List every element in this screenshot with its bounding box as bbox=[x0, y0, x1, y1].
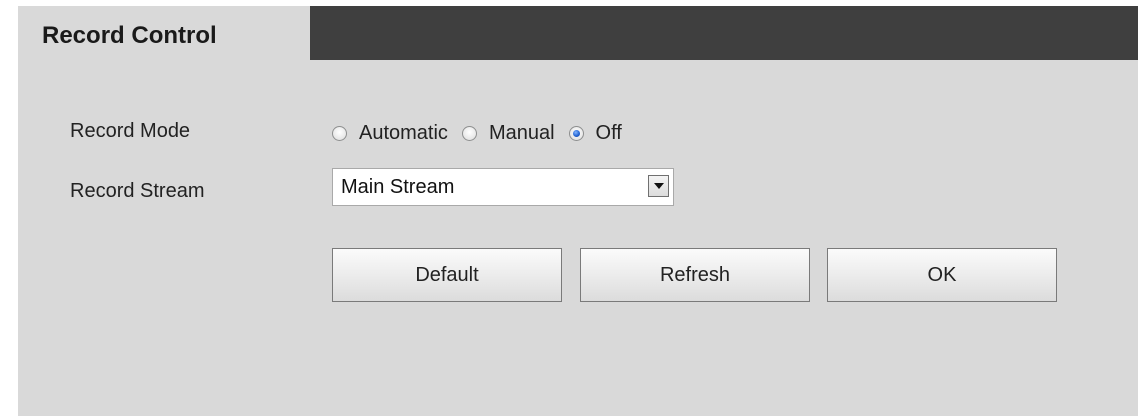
ok-button[interactable]: OK bbox=[827, 248, 1057, 302]
record-stream-select[interactable]: Main Stream bbox=[332, 168, 674, 206]
radio-off-icon[interactable] bbox=[568, 125, 584, 141]
radio-off-label[interactable]: Off bbox=[596, 122, 622, 145]
record-control-panel: Record Control Record Mode Automatic Man… bbox=[18, 6, 1138, 416]
default-button[interactable]: Default bbox=[332, 248, 562, 302]
radio-manual[interactable]: Manual bbox=[461, 122, 555, 145]
radio-manual-label[interactable]: Manual bbox=[489, 122, 555, 145]
record-mode-label: Record Mode bbox=[70, 120, 191, 142]
header-bar bbox=[310, 6, 1138, 60]
record-stream-value: Main Stream bbox=[341, 176, 455, 198]
page-title: Record Control bbox=[42, 22, 217, 49]
radio-automatic[interactable]: Automatic bbox=[332, 122, 448, 145]
record-stream-label: Record Stream bbox=[70, 180, 205, 202]
radio-off[interactable]: Off bbox=[568, 122, 622, 145]
radio-automatic-label[interactable]: Automatic bbox=[359, 122, 448, 145]
record-mode-radio-group: Automatic Manual Off bbox=[332, 118, 636, 148]
refresh-button[interactable]: Refresh bbox=[580, 248, 810, 302]
chevron-down-icon[interactable] bbox=[648, 175, 669, 197]
radio-automatic-icon[interactable] bbox=[332, 125, 347, 141]
radio-manual-icon[interactable] bbox=[461, 125, 477, 141]
